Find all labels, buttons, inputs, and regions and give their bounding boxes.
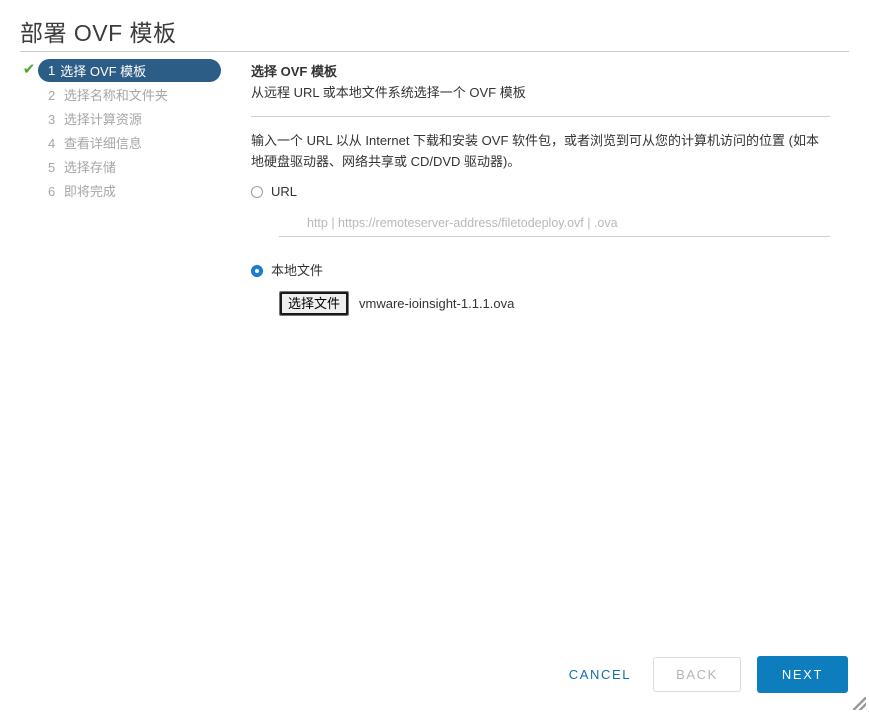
sidebar-step-2-text: 2 选择名称和文件夹 xyxy=(38,85,168,104)
check-icon: ✔ xyxy=(22,61,36,78)
sidebar-step-3-text: 3 选择计算资源 xyxy=(38,109,142,128)
sidebar-step-6-text: 6 即将完成 xyxy=(38,181,116,200)
back-button: BACK xyxy=(653,657,741,692)
sidebar-step-2-label: 选择名称和文件夹 xyxy=(63,87,168,103)
sidebar-step-1[interactable]: ✔ 1 选择 OVF 模板 xyxy=(20,58,225,82)
local-file-radio-label: 本地文件 xyxy=(271,263,324,278)
sidebar-step-4-number: 4 xyxy=(48,135,56,151)
sidebar-step-4[interactable]: 4 查看详细信息 xyxy=(20,130,225,154)
sidebar-step-6[interactable]: 6 即将完成 xyxy=(20,178,225,202)
url-input[interactable] xyxy=(279,216,830,237)
sidebar-step-4-label: 查看详细信息 xyxy=(63,135,142,151)
sidebar-step-1-label: 选择 OVF 模板 xyxy=(60,63,147,79)
next-button[interactable]: NEXT xyxy=(756,656,848,693)
sidebar-step-5-text: 5 选择存储 xyxy=(38,157,116,176)
local-file-option-row[interactable]: 本地文件 xyxy=(251,263,849,279)
sidebar-step-1-number: 1 xyxy=(48,62,56,78)
content-pane: 选择 OVF 模板 从远程 URL 或本地文件系统选择一个 OVF 模板 输入一… xyxy=(251,62,849,316)
local-file-radio[interactable] xyxy=(251,265,263,277)
resize-grip[interactable] xyxy=(853,697,866,710)
choose-file-button[interactable]: 选择文件 xyxy=(279,291,350,316)
sidebar-step-2-number: 2 xyxy=(48,87,56,103)
content-heading: 选择 OVF 模板 xyxy=(251,64,337,79)
url-radio[interactable] xyxy=(251,186,263,198)
sidebar-step-1-pill[interactable]: 1 选择 OVF 模板 xyxy=(38,58,221,82)
sidebar-step-5-label: 选择存储 xyxy=(63,159,116,175)
selected-file-name: vmware-ioinsight-1.1.1.ova xyxy=(359,296,515,311)
content-subheading: 从远程 URL 或本地文件系统选择一个 OVF 模板 xyxy=(251,85,526,100)
page-title: 部署 OVF 模板 xyxy=(20,20,177,46)
url-radio-label: URL xyxy=(271,184,298,199)
cancel-button[interactable]: CANCEL xyxy=(563,659,637,690)
sidebar-step-2[interactable]: 2 选择名称和文件夹 xyxy=(20,82,225,106)
sidebar-step-6-label: 即将完成 xyxy=(63,183,116,199)
sidebar-step-5[interactable]: 5 选择存储 xyxy=(20,154,225,178)
file-chooser-row: 选择文件 vmware-ioinsight-1.1.1.ova xyxy=(279,291,849,316)
sidebar-step-5-number: 5 xyxy=(48,159,56,175)
url-field-wrapper xyxy=(279,214,830,237)
sidebar-step-3-label: 选择计算资源 xyxy=(63,111,142,127)
content-description: 输入一个 URL 以从 Internet 下载和安装 OVF 软件包，或者浏览到… xyxy=(251,133,819,169)
sidebar-step-3[interactable]: 3 选择计算资源 xyxy=(20,106,225,130)
sidebar-step-3-number: 3 xyxy=(48,111,56,127)
sidebar-step-4-text: 4 查看详细信息 xyxy=(38,133,142,152)
local-file-block: 本地文件 选择文件 vmware-ioinsight-1.1.1.ova xyxy=(251,263,849,316)
sidebar-step-6-number: 6 xyxy=(48,183,56,199)
header-divider xyxy=(20,51,849,52)
wizard-footer: CANCEL BACK NEXT xyxy=(563,656,848,693)
url-option-row[interactable]: URL xyxy=(251,184,849,200)
content-divider xyxy=(251,116,830,117)
wizard-step-list: ✔ 1 选择 OVF 模板 2 选择名称和文件夹 3 选择计算资源 4 查看详细… xyxy=(20,58,225,202)
